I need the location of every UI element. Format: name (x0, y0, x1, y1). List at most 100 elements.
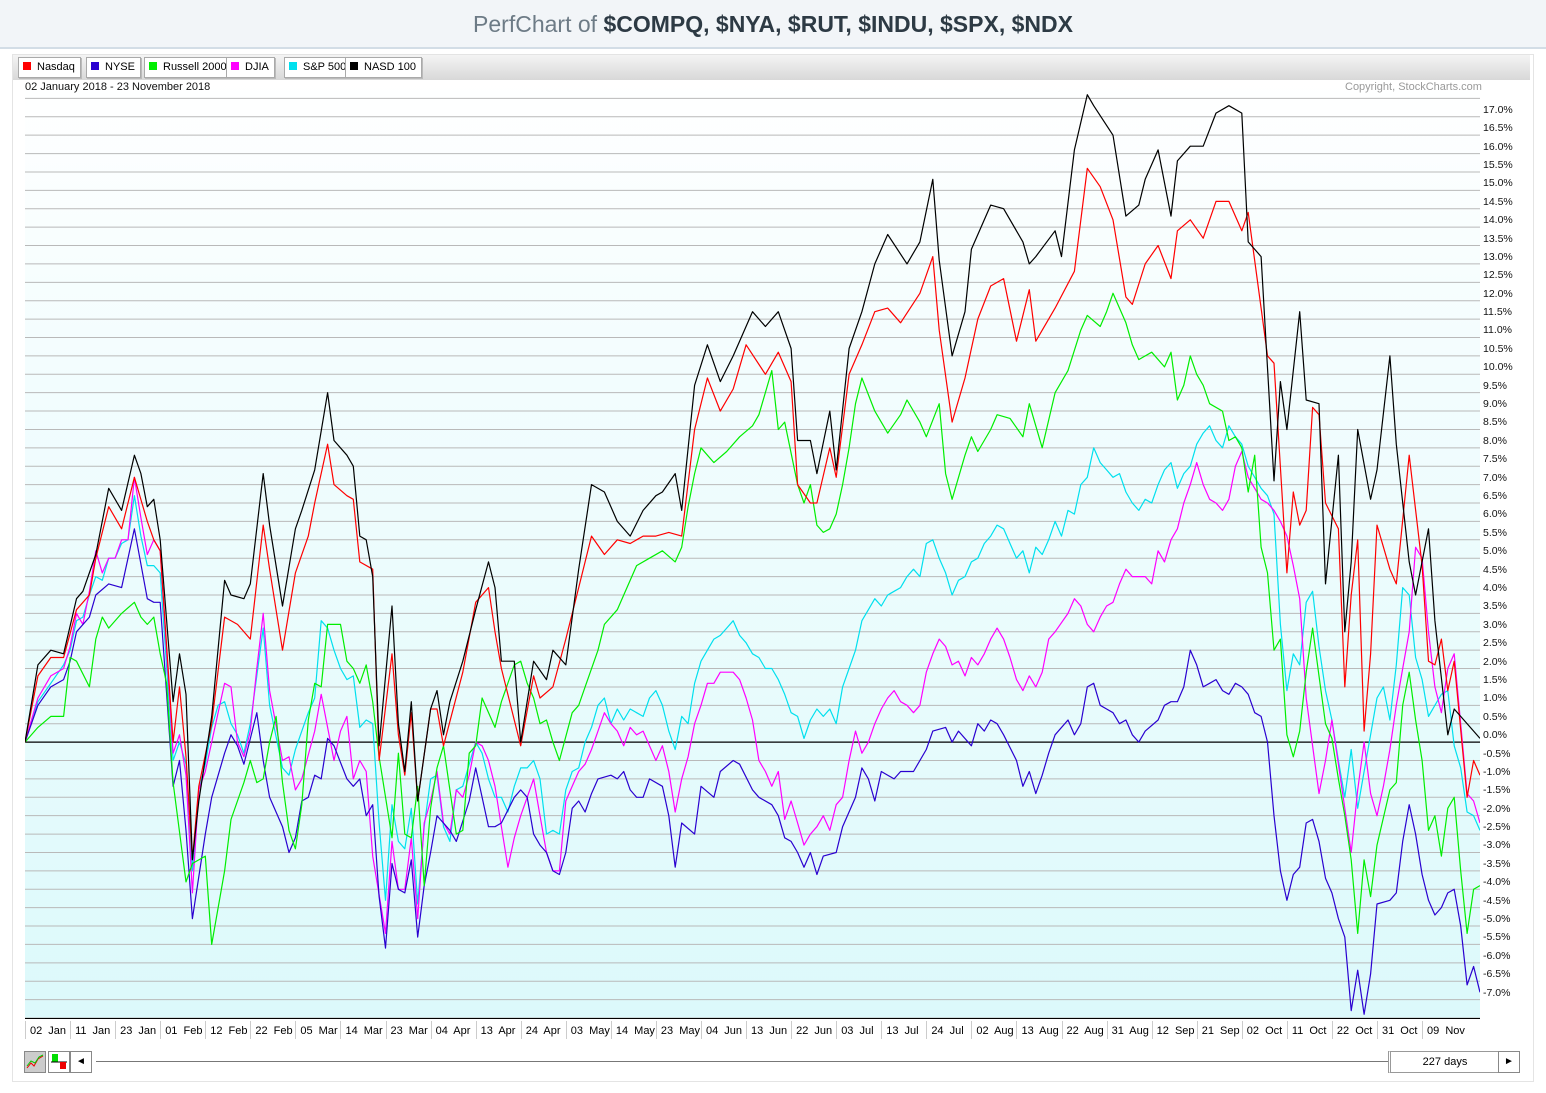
y-tick-label: 9.0% (1483, 398, 1507, 411)
y-tick-label: 7.0% (1483, 471, 1507, 484)
x-axis: 02 Jan 11 Jan 23 Jan 01 Feb 12 Feb 22 Feb 05 M… (25, 1018, 1480, 1041)
y-tick-label: -2.0% (1483, 802, 1511, 815)
x-tick-label: 13 Apr (475, 1021, 515, 1039)
legend-swatch (23, 62, 31, 70)
y-tick-label: -7.0% (1483, 986, 1511, 999)
histogram-mode-button[interactable] (48, 1051, 70, 1073)
series-line-russell-2000 (25, 292, 1480, 946)
x-tick-label: 24 Apr (520, 1021, 561, 1039)
legend-item[interactable]: Russell 2000 (144, 57, 233, 78)
chart-title-bar: PerfChart of $COMPQ, $NYA, $RUT, $INDU, … (0, 0, 1546, 49)
y-axis: -7.0% -6.5% -6.0% -5.5% -5.0% -4.5% -4.0% -3.5%… (1480, 80, 1530, 1018)
series-line-nasd-100 (25, 94, 1480, 861)
y-tick-label: 0.5% (1483, 710, 1507, 723)
series-line-nyse (25, 528, 1480, 1015)
series-line-djia (25, 450, 1480, 935)
y-tick-label: 12.0% (1483, 287, 1513, 300)
y-tick-label: 7.5% (1483, 453, 1507, 466)
legend-item[interactable]: Nasdaq (18, 57, 81, 78)
y-tick-label: 13.5% (1483, 232, 1513, 245)
y-tick-label: 6.0% (1483, 508, 1507, 521)
y-tick-label: -4.5% (1483, 894, 1511, 907)
legend-item[interactable]: DJIA (226, 57, 275, 78)
legend-swatch (350, 62, 358, 70)
x-tick-label: 03 Jul (836, 1021, 874, 1039)
x-tick-label: 22 Jun (791, 1021, 832, 1039)
y-tick-label: -6.0% (1483, 949, 1511, 962)
legend-item[interactable]: NASD 100 (345, 57, 422, 78)
legend-label: Russell 2000 (163, 61, 227, 73)
y-tick-label: 8.0% (1483, 434, 1507, 447)
legend-swatch (289, 62, 297, 70)
legend-item[interactable]: S&P 500 (284, 57, 353, 78)
x-tick-label: 31 Oct (1376, 1021, 1417, 1039)
x-tick-label: 21 Sep (1196, 1021, 1240, 1039)
scroll-right-button[interactable]: ► (1498, 1051, 1520, 1073)
y-tick-label: 16.5% (1483, 122, 1513, 135)
x-tick-label: 22 Oct (1331, 1021, 1372, 1039)
y-tick-label: 13.0% (1483, 250, 1513, 263)
y-tick-label: 2.0% (1483, 655, 1507, 668)
y-tick-label: -3.5% (1483, 857, 1511, 870)
x-tick-label: 23 May (655, 1021, 700, 1039)
line-chart-icon (26, 1054, 44, 1069)
title-prefix: PerfChart of (473, 11, 598, 37)
y-tick-label: 2.5% (1483, 637, 1507, 650)
title-symbols: $COMPQ, $NYA, $RUT, $INDU, $SPX, $NDX (603, 11, 1073, 37)
x-tick-label: 11 Jan (70, 1021, 110, 1039)
y-tick-label: -0.5% (1483, 747, 1511, 760)
y-tick-label: 14.0% (1483, 214, 1513, 227)
y-tick-label: 1.0% (1483, 692, 1507, 705)
bar-chart-icon (51, 1054, 67, 1069)
copyright: Copyright, StockCharts.com (1345, 81, 1482, 93)
legend-swatch (231, 62, 239, 70)
scroll-left-button[interactable]: ◄ (70, 1051, 92, 1073)
x-tick-label: 04 Apr (430, 1021, 470, 1039)
x-tick-label: 13 Aug (1016, 1021, 1059, 1039)
legend-swatch (91, 62, 99, 70)
scroll-track[interactable] (96, 1061, 1388, 1062)
x-tick-label: 09 Nov (1422, 1021, 1465, 1039)
x-tick-label: 14 Mar (340, 1021, 383, 1039)
line-chart-mode-button[interactable] (24, 1051, 46, 1073)
x-tick-label: 24 Jul (926, 1021, 964, 1039)
y-tick-label: -4.0% (1483, 876, 1511, 889)
y-tick-label: 16.0% (1483, 140, 1513, 153)
period-slider[interactable]: 227 days (1388, 1051, 1502, 1073)
y-tick-label: 12.5% (1483, 269, 1513, 282)
x-tick-label: 23 Mar (385, 1021, 428, 1039)
y-tick-label: -5.0% (1483, 913, 1511, 926)
y-tick-label: 3.5% (1483, 600, 1507, 613)
x-tick-label: 03 May (565, 1021, 610, 1039)
series-line-s-p-500 (25, 425, 1480, 905)
y-tick-label: 4.5% (1483, 563, 1507, 576)
y-tick-label: 10.5% (1483, 342, 1513, 355)
y-tick-label: -3.0% (1483, 839, 1511, 852)
legend-swatch (149, 62, 157, 70)
x-tick-label: 12 Sep (1151, 1021, 1195, 1039)
y-tick-label: 15.5% (1483, 158, 1513, 171)
y-tick-label: -1.0% (1483, 765, 1511, 778)
legend-item[interactable]: NYSE (86, 57, 141, 78)
x-tick-label: 01 Feb (160, 1021, 202, 1039)
x-tick-label: 05 Mar (295, 1021, 338, 1039)
y-tick-label: 1.5% (1483, 673, 1507, 686)
plot-area (25, 80, 1480, 1018)
y-tick-label: 9.5% (1483, 379, 1507, 392)
legend-label: Nasdaq (37, 61, 75, 73)
y-tick-label: 15.0% (1483, 177, 1513, 190)
x-tick-label: 11 Oct (1286, 1021, 1326, 1039)
x-tick-label: 23 Jan (115, 1021, 156, 1039)
legend-label: DJIA (245, 61, 269, 73)
y-tick-label: 5.0% (1483, 545, 1507, 558)
y-tick-label: 14.5% (1483, 195, 1513, 208)
x-tick-label: 13 Jun (746, 1021, 787, 1039)
y-tick-label: 10.0% (1483, 361, 1513, 374)
legend: Nasdaq NYSE Russell 2000 DJIA S&P 500 NASD 10… (13, 55, 1530, 80)
y-tick-label: -5.5% (1483, 931, 1511, 944)
x-tick-label: 02 Jan (25, 1021, 66, 1039)
y-tick-label: 17.0% (1483, 103, 1513, 116)
y-tick-label: 5.5% (1483, 526, 1507, 539)
x-tick-label: 22 Feb (250, 1021, 293, 1039)
y-tick-label: 3.0% (1483, 618, 1507, 631)
